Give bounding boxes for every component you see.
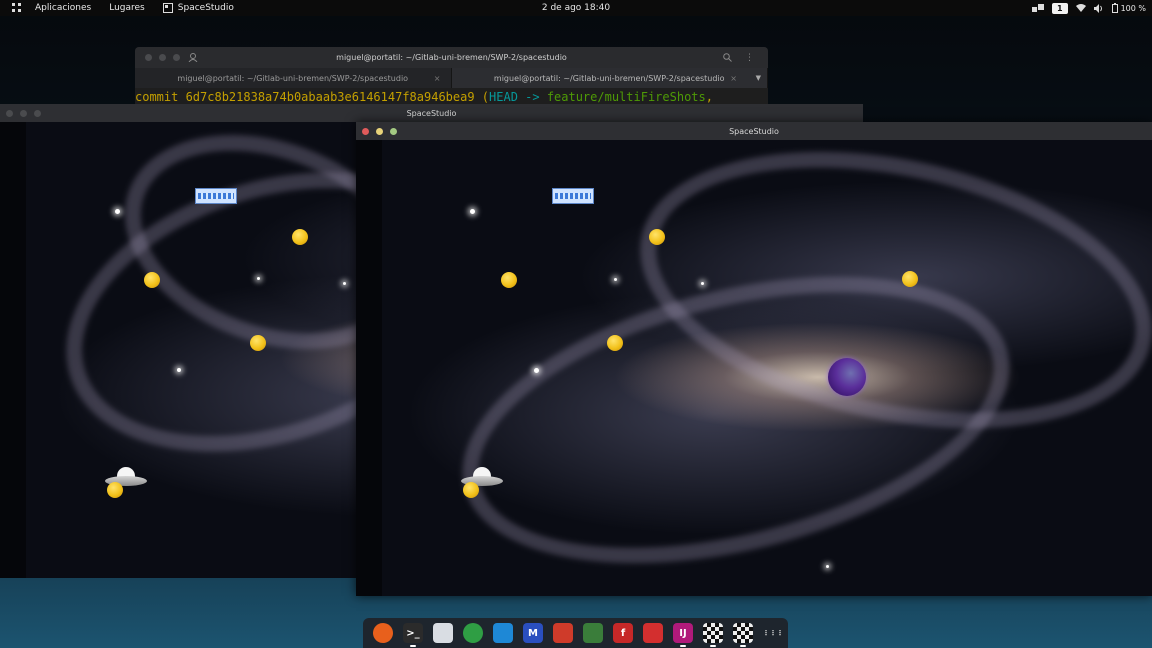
coin-sprite (292, 229, 308, 245)
mail-icon: M (523, 623, 543, 643)
terminal-icon: >_ (403, 623, 423, 643)
running-indicator (710, 645, 716, 647)
coin-sprite (607, 335, 623, 351)
vscode-icon (493, 623, 513, 643)
planet-sprite (828, 358, 866, 396)
battery-indicator[interactable]: 100 % (1111, 3, 1146, 13)
intellij-icon: IJ (673, 623, 693, 643)
tab-close-icon[interactable]: × (730, 74, 737, 83)
star (343, 282, 346, 285)
dock-item-chrome[interactable] (458, 618, 488, 648)
coin-sprite (250, 335, 266, 351)
space-station-sprite (195, 188, 237, 204)
menu-lugares[interactable]: Lugares (109, 3, 145, 13)
star (614, 278, 617, 281)
files-icon (433, 623, 453, 643)
running-indicator (740, 645, 746, 647)
game-window-2-icon (733, 623, 753, 643)
coin-sprite (144, 272, 160, 288)
paren-open: ( (474, 90, 490, 104)
head-ref: HEAD -> (489, 90, 547, 104)
star (115, 209, 120, 214)
chrome-icon (463, 623, 483, 643)
spacestudio-front-titlebar[interactable]: SpaceStudio (356, 122, 1152, 140)
wifi-icon[interactable] (1075, 4, 1086, 12)
tabs-dropdown-icon[interactable]: ▼ (756, 74, 761, 82)
terminal-tab-label: miguel@portatil: ~/Gitlab-uni-bremen/SWP… (493, 73, 725, 83)
workspace-indicator[interactable]: 1 (1052, 2, 1068, 14)
canvas-border (0, 122, 26, 578)
game-window-icon (703, 623, 723, 643)
battery-level: 100 % (1120, 3, 1146, 13)
dock-item-mail[interactable]: M (518, 618, 548, 648)
coin-sprite (107, 482, 123, 498)
active-app-label: SpaceStudio (177, 3, 234, 13)
star (177, 368, 181, 372)
dock-item-code-editor[interactable] (548, 618, 578, 648)
window-icon (162, 3, 173, 13)
terminal-titlebar[interactable]: miguel@portatil: ~/Gitlab-uni-bremen/SWP… (135, 47, 768, 68)
spacestudio-back-titlebar[interactable]: SpaceStudio (0, 104, 863, 122)
dock-item-game-window[interactable] (698, 618, 728, 648)
dock-item-intellij[interactable]: IJ (668, 618, 698, 648)
search-icon[interactable] (723, 53, 732, 62)
dock-item-show-apps[interactable]: ⋮⋮⋮ (758, 618, 788, 648)
filezilla-icon: f (613, 623, 633, 643)
network-status-icon[interactable] (1032, 3, 1044, 13)
game-canvas-front[interactable] (356, 140, 1152, 596)
dock-item-cluster[interactable] (578, 618, 608, 648)
star (257, 277, 260, 280)
clock[interactable]: 2 de ago 18:40 (542, 3, 610, 13)
terminal-tabs: miguel@portatil: ~/Gitlab-uni-bremen/SWP… (135, 68, 768, 88)
star (701, 282, 704, 285)
coin-sprite (463, 482, 479, 498)
dock-item-red-app[interactable] (638, 618, 668, 648)
running-indicator (680, 645, 686, 647)
spacestudio-back-title: SpaceStudio (406, 108, 457, 118)
line-tail: , (705, 90, 713, 104)
tab-close-icon[interactable]: × (434, 74, 441, 83)
canvas-border (356, 140, 382, 596)
code-editor-icon (553, 623, 573, 643)
dock-item-vscode[interactable] (488, 618, 518, 648)
active-app-menu[interactable]: SpaceStudio (162, 3, 234, 13)
dock: >_ Mf IJ ⋮⋮⋮ (363, 618, 788, 648)
dock-item-filezilla[interactable]: f (608, 618, 638, 648)
spacestudio-window-front[interactable]: SpaceStudio (356, 122, 1152, 596)
top-bar: Aplicaciones Lugares SpaceStudio 2 de ag… (0, 0, 1152, 16)
volume-icon[interactable] (1093, 3, 1104, 13)
dock-item-files[interactable] (428, 618, 458, 648)
commit-keyword: commit (135, 90, 186, 104)
terminal-tab-2[interactable]: miguel@portatil: ~/Gitlab-uni-bremen/SWP… (451, 68, 768, 88)
dock-item-terminal[interactable]: >_ (398, 618, 428, 648)
cluster-icon (583, 623, 603, 643)
coin-sprite (501, 272, 517, 288)
dock-item-game-window-2[interactable] (728, 618, 758, 648)
branch-name: feature/multiFireShots (546, 90, 706, 104)
star (826, 565, 829, 568)
firefox-icon (373, 623, 393, 643)
terminal-tab-label: miguel@portatil: ~/Gitlab-uni-bremen/SWP… (177, 73, 409, 83)
show-apps-icon: ⋮⋮⋮ (762, 629, 784, 637)
coin-sprite (902, 271, 918, 287)
red-app-icon (643, 623, 663, 643)
battery-icon (1111, 3, 1118, 13)
menu-aplicaciones[interactable]: Aplicaciones (35, 3, 91, 13)
kebab-menu-icon[interactable]: ⋮ (745, 53, 754, 63)
star (470, 209, 475, 214)
terminal-window[interactable]: miguel@portatil: ~/Gitlab-uni-bremen/SWP… (135, 47, 768, 109)
space-station-sprite (552, 188, 594, 204)
app-grid-icon[interactable] (11, 2, 23, 14)
spacestudio-front-title: SpaceStudio (729, 126, 779, 136)
terminal-title: miguel@portatil: ~/Gitlab-uni-bremen/SWP… (336, 53, 567, 62)
terminal-tab-1[interactable]: miguel@portatil: ~/Gitlab-uni-bremen/SWP… (135, 68, 452, 88)
running-indicator (410, 645, 416, 647)
coin-sprite (649, 229, 665, 245)
dock-item-firefox[interactable] (368, 618, 398, 648)
star (534, 368, 539, 373)
commit-hash: 6d7c8b21838a74b0abaab3e6146147f8a946bea9 (185, 90, 475, 104)
